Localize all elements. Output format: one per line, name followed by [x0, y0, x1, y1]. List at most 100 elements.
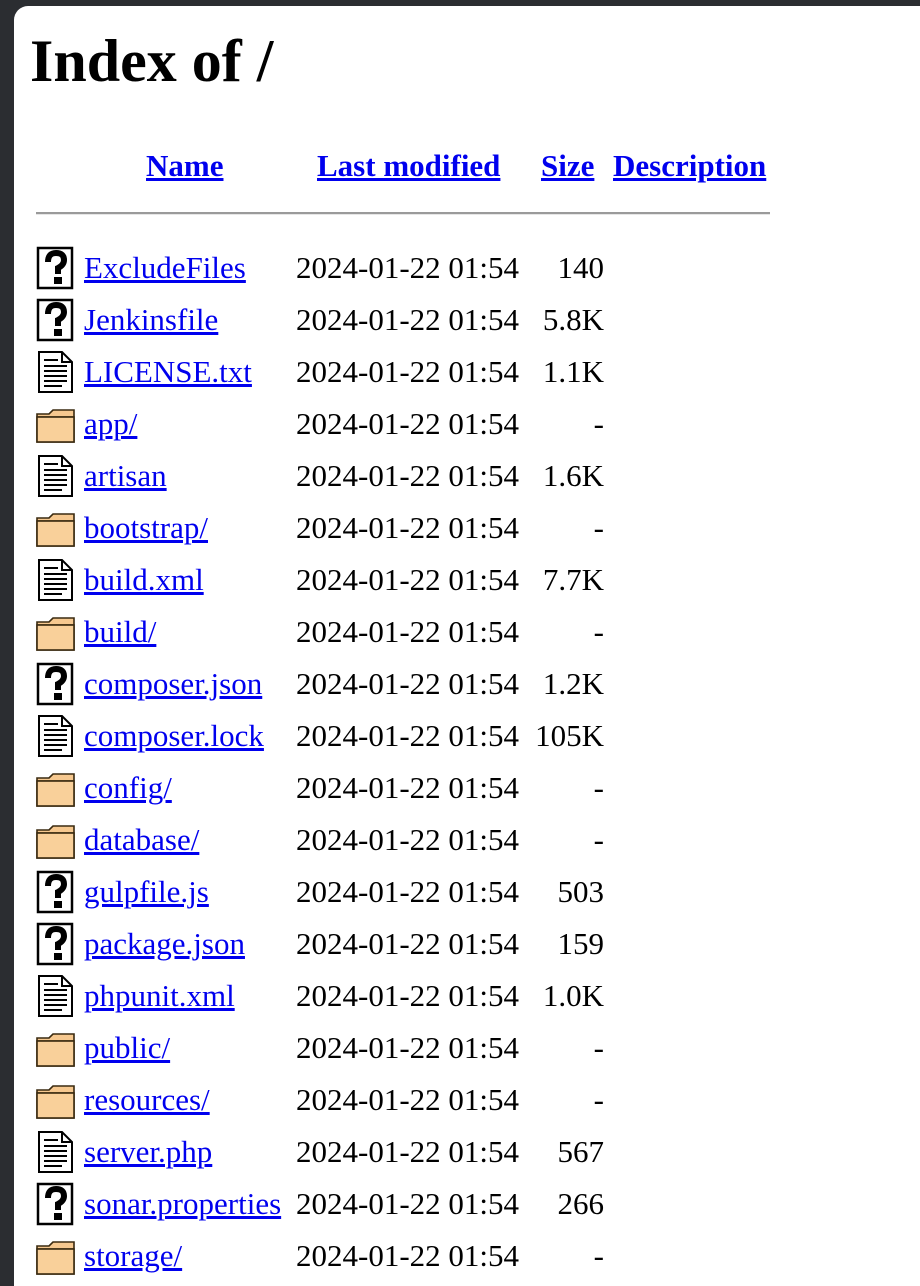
file-row: server.php 2024-01-22 01:54 567 — [14, 1126, 920, 1178]
file-link[interactable]: server.php — [84, 1132, 212, 1172]
last-modified-cell: 2024-01-22 01:54 — [296, 614, 520, 649]
last-modified-cell: 2024-01-22 01:54 — [296, 770, 520, 805]
file-link[interactable]: artisan — [84, 456, 167, 496]
file-row: bootstrap/2024-01-22 01:54 - — [14, 502, 920, 554]
file-link[interactable]: sonar.properties — [84, 1184, 281, 1224]
file-link[interactable]: gulpfile.js — [84, 872, 209, 912]
folder-icon — [34, 610, 78, 654]
folder-icon — [34, 506, 78, 550]
last-modified-cell: 2024-01-22 01:54 — [296, 1030, 520, 1065]
file-row: composer.json 2024-01-22 01:54 1.2K — [14, 658, 920, 710]
size-cell: - — [593, 1082, 604, 1117]
unknown-file-icon — [34, 246, 78, 290]
unknown-file-icon — [34, 662, 78, 706]
file-row: artisan 2024-01-22 01:54 1.6K — [14, 450, 920, 502]
last-modified-cell: 2024-01-22 01:54 — [296, 1186, 520, 1221]
size-cell: 1.0K — [542, 978, 604, 1013]
file-row: build/2024-01-22 01:54 - — [14, 606, 920, 658]
file-link[interactable]: composer.json — [84, 664, 262, 704]
sort-by-last-modified-link[interactable]: Last modified — [317, 146, 500, 186]
last-modified-cell: 2024-01-22 01:54 — [296, 1082, 520, 1117]
file-link[interactable]: LICENSE.txt — [84, 352, 252, 392]
last-modified-cell: 2024-01-22 01:54 — [296, 302, 520, 337]
file-row: build.xml 2024-01-22 01:54 7.7K — [14, 554, 920, 606]
file-row: storage/2024-01-22 01:54 - — [14, 1230, 920, 1282]
file-row: phpunit.xml 2024-01-22 01:54 1.0K — [14, 970, 920, 1022]
file-link[interactable]: database/ — [84, 820, 199, 860]
last-modified-cell: 2024-01-22 01:54 — [296, 250, 520, 285]
folder-icon — [34, 1026, 78, 1070]
last-modified-cell: 2024-01-22 01:54 — [296, 926, 520, 961]
file-row: database/2024-01-22 01:54 - — [14, 814, 920, 866]
size-cell: 159 — [557, 926, 605, 961]
size-cell: - — [593, 406, 604, 441]
file-link[interactable]: ExcludeFiles — [84, 248, 246, 288]
sort-by-description-link[interactable]: Description — [613, 146, 766, 186]
size-cell: 7.7K — [542, 562, 604, 597]
header-divider — [36, 212, 770, 215]
file-link[interactable]: phpunit.xml — [84, 976, 235, 1016]
size-cell: - — [593, 1238, 604, 1273]
text-file-icon — [34, 1130, 78, 1174]
directory-listing-page: Index of / Name Last modified Size Descr… — [14, 6, 920, 1286]
sort-by-size-link[interactable]: Size — [541, 146, 594, 186]
last-modified-cell: 2024-01-22 01:54 — [296, 562, 520, 597]
text-file-icon — [34, 974, 78, 1018]
file-row: app/2024-01-22 01:54 - — [14, 398, 920, 450]
unknown-file-icon — [34, 298, 78, 342]
size-cell: 1.1K — [542, 354, 604, 389]
file-link[interactable]: config/ — [84, 768, 172, 808]
file-link[interactable]: resources/ — [84, 1080, 210, 1120]
last-modified-cell: 2024-01-22 01:54 — [296, 458, 520, 493]
sort-by-name-link[interactable]: Name — [146, 146, 223, 186]
file-row: ExcludeFiles 2024-01-22 01:54 140 — [14, 242, 920, 294]
unknown-file-icon — [34, 1182, 78, 1226]
file-row: LICENSE.txt 2024-01-22 01:54 1.1K — [14, 346, 920, 398]
file-row: Jenkinsfile 2024-01-22 01:54 5.8K — [14, 294, 920, 346]
last-modified-cell: 2024-01-22 01:54 — [296, 666, 520, 701]
size-cell: 1.2K — [542, 666, 604, 701]
folder-icon — [34, 1078, 78, 1122]
last-modified-cell: 2024-01-22 01:54 — [296, 1134, 520, 1169]
last-modified-cell: 2024-01-22 01:54 — [296, 354, 520, 389]
last-modified-cell: 2024-01-22 01:54 — [296, 718, 520, 753]
file-row: sonar.properties 2024-01-22 01:54 266 — [14, 1178, 920, 1230]
size-cell: 140 — [557, 250, 605, 285]
text-file-icon — [34, 558, 78, 602]
size-cell: - — [593, 510, 604, 545]
file-link[interactable]: package.json — [84, 924, 245, 964]
last-modified-cell: 2024-01-22 01:54 — [296, 978, 520, 1013]
unknown-file-icon — [34, 922, 78, 966]
size-cell: 503 — [557, 874, 605, 909]
file-link[interactable]: build.xml — [84, 560, 204, 600]
folder-icon — [34, 818, 78, 862]
file-row: package.json 2024-01-22 01:54 159 — [14, 918, 920, 970]
text-file-icon — [34, 454, 78, 498]
text-file-icon — [34, 714, 78, 758]
folder-icon — [34, 766, 78, 810]
last-modified-cell: 2024-01-22 01:54 — [296, 406, 520, 441]
size-cell: 266 — [557, 1186, 605, 1221]
size-cell: 5.8K — [542, 302, 604, 337]
size-cell: - — [593, 1030, 604, 1065]
size-cell: - — [593, 770, 604, 805]
file-link[interactable]: public/ — [84, 1028, 170, 1068]
last-modified-cell: 2024-01-22 01:54 — [296, 510, 520, 545]
size-cell: 105K — [535, 718, 604, 753]
file-link[interactable]: composer.lock — [84, 716, 264, 756]
unknown-file-icon — [34, 870, 78, 914]
file-link[interactable]: storage/ — [84, 1236, 182, 1276]
page-title: Index of / — [30, 28, 274, 94]
file-link[interactable]: build/ — [84, 612, 156, 652]
file-row: config/2024-01-22 01:54 - — [14, 762, 920, 814]
file-link[interactable]: app/ — [84, 404, 137, 444]
folder-icon — [34, 402, 78, 446]
size-cell: 567 — [557, 1134, 605, 1169]
folder-icon — [34, 1234, 78, 1278]
file-link[interactable]: Jenkinsfile — [84, 300, 218, 340]
last-modified-cell: 2024-01-22 01:54 — [296, 822, 520, 857]
file-row: gulpfile.js 2024-01-22 01:54 503 — [14, 866, 920, 918]
size-cell: - — [593, 822, 604, 857]
file-row: public/2024-01-22 01:54 - — [14, 1022, 920, 1074]
file-link[interactable]: bootstrap/ — [84, 508, 208, 548]
